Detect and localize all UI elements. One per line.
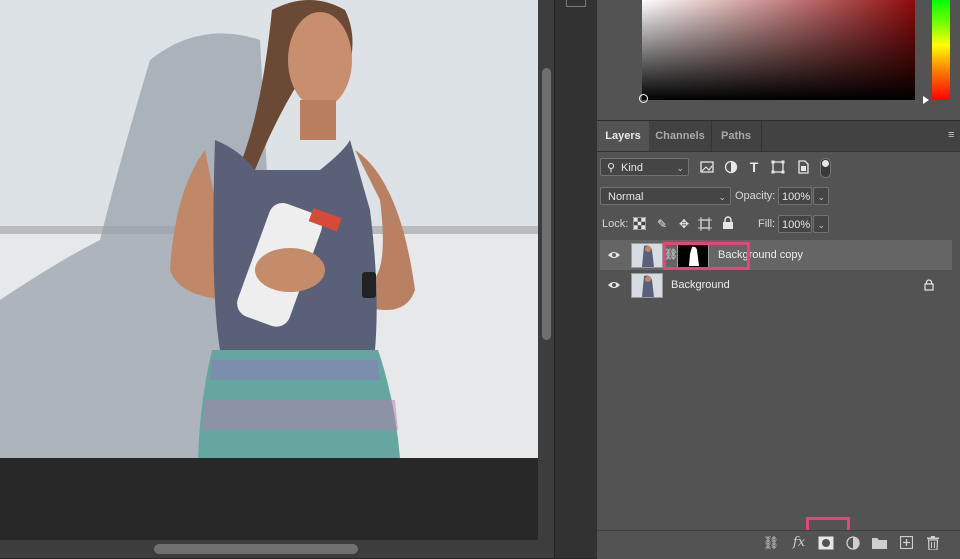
visibility-eye-icon[interactable]	[608, 249, 620, 261]
filter-pixel-layers-icon[interactable]	[700, 160, 714, 174]
panel-dock-strip	[554, 0, 598, 558]
link-layers-icon[interactable]: ⛓	[762, 534, 780, 552]
filter-shape-layers-icon[interactable]	[771, 160, 785, 174]
add-layer-mask-icon[interactable]	[818, 536, 834, 550]
layer-thumbnail	[631, 243, 663, 268]
vertical-scroll-thumb[interactable]	[542, 68, 551, 340]
fill-dropdown-button[interactable]: ⌄	[813, 215, 829, 233]
chevron-down-icon: ⌄	[676, 163, 684, 173]
layers-panel-tabs: Layers Channels Paths ≡	[597, 120, 960, 152]
hue-slider-arrow[interactable]	[923, 96, 929, 104]
chevron-down-icon: ⌄	[817, 192, 825, 202]
woman-photo-image	[0, 0, 538, 458]
opacity-dropdown-button[interactable]: ⌄	[813, 187, 829, 205]
lock-transparent-pixels-icon[interactable]	[633, 217, 646, 230]
lock-image-pixels-brush-icon[interactable]: ✎	[654, 216, 670, 232]
layer-row-background[interactable]: Background	[600, 270, 952, 300]
blend-mode-value: Normal	[608, 191, 644, 203]
fill-label: Fill:	[758, 218, 776, 230]
layer-thumbnail	[631, 273, 663, 298]
layer-filter-kind-select[interactable]: ⚲ Kind ⌄	[600, 158, 689, 176]
filter-kind-label: Kind	[621, 162, 644, 174]
tab-paths[interactable]: Paths	[711, 121, 762, 151]
visibility-eye-icon[interactable]	[608, 279, 620, 291]
opacity-label: Opacity:	[735, 190, 776, 202]
fill-value: 100%	[782, 219, 811, 231]
horizontal-scroll-thumb[interactable]	[154, 544, 358, 554]
layer-style-fx-icon[interactable]: fx	[790, 534, 808, 552]
delete-layer-trash-icon[interactable]	[927, 536, 939, 550]
blend-mode-select[interactable]: Normal ⌄	[600, 187, 731, 205]
tab-layers[interactable]: Layers	[597, 121, 649, 151]
new-group-folder-icon[interactable]	[872, 537, 887, 549]
chevron-down-icon: ⌄	[817, 220, 825, 230]
filter-adjustment-layers-icon[interactable]	[724, 160, 738, 174]
layer-locked-icon	[924, 279, 934, 291]
color-picker-field[interactable]	[642, 0, 915, 100]
lock-position-move-icon[interactable]: ✥	[676, 216, 692, 232]
filter-toggle-switch[interactable]	[820, 158, 831, 178]
new-layer-icon[interactable]	[900, 536, 913, 549]
canvas-image[interactable]	[0, 0, 538, 458]
panel-menu-icon[interactable]: ≡	[948, 129, 958, 141]
new-adjustment-layer-icon[interactable]	[846, 536, 860, 550]
fill-input[interactable]: 100%	[778, 215, 812, 233]
layer-row-background-copy[interactable]: ⛓ Background copy	[600, 240, 952, 270]
lock-label: Lock:	[602, 218, 629, 230]
hue-slider[interactable]	[932, 0, 950, 100]
filter-smart-objects-icon[interactable]	[796, 160, 810, 174]
filter-type-layers-icon[interactable]: T	[746, 159, 762, 175]
layer-name[interactable]: Background	[671, 270, 730, 300]
collapsed-panel-icon[interactable]	[566, 0, 586, 7]
search-icon: ⚲	[606, 162, 616, 174]
opacity-input[interactable]: 100%	[778, 187, 812, 205]
opacity-value: 100%	[782, 191, 811, 203]
color-picker-marker[interactable]	[639, 94, 648, 103]
highlight-mask-annotation	[663, 242, 750, 270]
lock-all-icon[interactable]	[722, 216, 734, 230]
lock-artboard-icon[interactable]	[698, 217, 712, 231]
chevron-down-icon: ⌄	[718, 192, 726, 202]
tab-channels[interactable]: Channels	[649, 121, 712, 151]
